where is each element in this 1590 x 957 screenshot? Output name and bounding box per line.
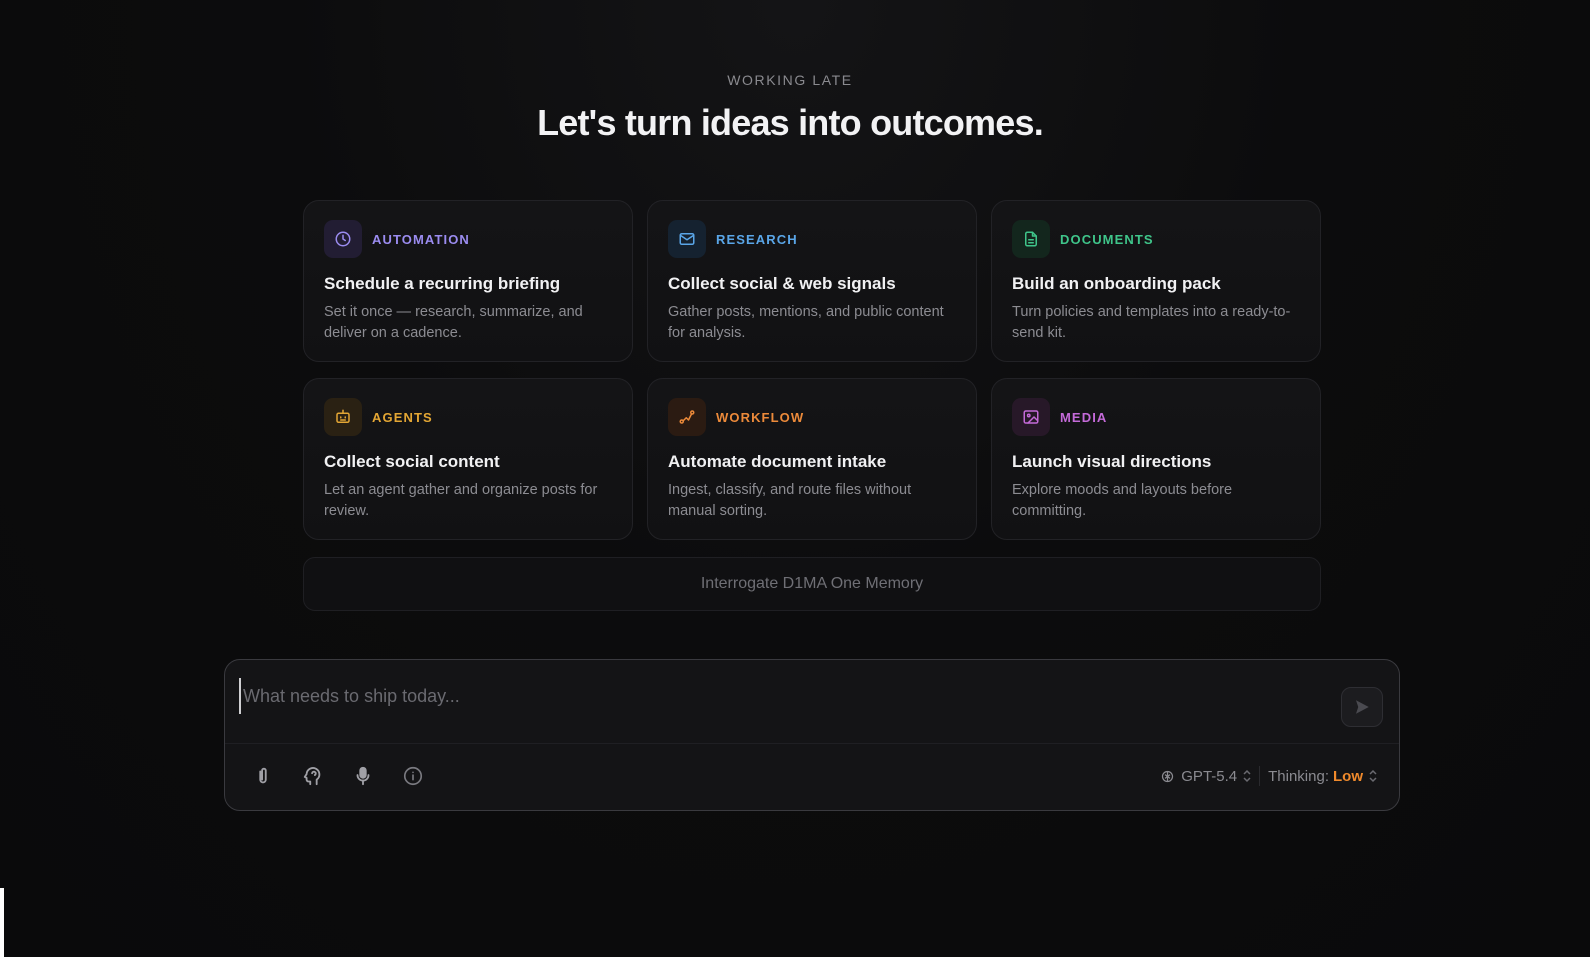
card-description: Turn policies and templates into a ready… — [1012, 304, 1291, 341]
info-icon — [403, 766, 423, 786]
card-title: Collect social & web signals — [668, 274, 896, 293]
mail-icon — [679, 233, 695, 245]
suggestion-card-documents[interactable]: DOCUMENTS Build an onboarding pack Turn … — [991, 200, 1321, 362]
microphone-button[interactable] — [347, 760, 379, 792]
card-description: Gather posts, mentions, and public conte… — [668, 304, 944, 341]
suggestion-card-agents[interactable]: AGENTS Collect social content Let an age… — [303, 378, 633, 540]
card-icon-tile — [1012, 220, 1050, 258]
image-icon — [1023, 410, 1039, 424]
card-category: AUTOMATION — [372, 231, 470, 247]
page-title: Let's turn ideas into outcomes. — [537, 102, 1044, 143]
info-button[interactable] — [397, 760, 429, 792]
card-description: Ingest, classify, and route files withou… — [668, 482, 912, 519]
send-button[interactable] — [1341, 687, 1383, 727]
corner-strip — [0, 888, 4, 957]
send-icon — [1356, 700, 1369, 714]
clock-icon — [335, 231, 351, 247]
card-title: Build an onboarding pack — [1012, 274, 1221, 293]
memory-button[interactable]: Interrogate D1MA One Memory — [303, 557, 1321, 611]
microphone-icon — [356, 766, 370, 786]
chevron-updown-icon — [1369, 769, 1377, 783]
route-icon — [679, 410, 695, 424]
thinking-selector[interactable]: Thinking: Low — [1268, 768, 1377, 785]
model-bar: GPT-5.4 Thinking: Low — [1160, 761, 1377, 791]
card-category: RESEARCH — [716, 231, 798, 247]
card-icon-tile — [668, 398, 706, 436]
thinking-label: Thinking: — [1268, 767, 1329, 785]
card-description: Explore moods and layouts before committ… — [1012, 482, 1233, 519]
attach-button[interactable] — [247, 760, 279, 792]
card-icon-tile — [668, 220, 706, 258]
separator — [1259, 766, 1261, 786]
card-category: MEDIA — [1060, 409, 1108, 425]
suggestion-card-workflow[interactable]: WORKFLOW Automate document intake Ingest… — [647, 378, 977, 540]
page: WORKING LATE Let's turn ideas into outco… — [0, 0, 1590, 957]
composer: GPT-5.4 Thinking: Low — [224, 659, 1400, 811]
eyebrow-label: WORKING LATE — [727, 72, 853, 88]
suggestion-card-media[interactable]: MEDIA Launch visual directions Explore m… — [991, 378, 1321, 540]
suggestion-card-automation[interactable]: AUTOMATION Schedule a recurring briefing… — [303, 200, 633, 362]
card-title: Automate document intake — [668, 452, 887, 471]
card-category: DOCUMENTS — [1060, 231, 1154, 247]
composer-divider — [225, 743, 1399, 744]
brain-icon — [303, 767, 321, 786]
suggestion-card-research[interactable]: RESEARCH Collect social & web signals Ga… — [647, 200, 977, 362]
card-description: Let an agent gather and organize posts f… — [324, 482, 598, 519]
paperclip-icon — [259, 767, 267, 784]
robot-icon — [336, 409, 350, 423]
chevron-updown-icon — [1243, 769, 1251, 783]
openai-logo-icon — [1162, 770, 1174, 782]
brain-button[interactable] — [297, 760, 329, 792]
document-icon — [1025, 231, 1037, 247]
card-icon-tile — [324, 220, 362, 258]
card-title: Collect social content — [324, 452, 500, 471]
composer-toolbar — [247, 760, 429, 792]
card-category: AGENTS — [372, 409, 433, 425]
card-category: WORKFLOW — [716, 409, 805, 425]
card-title: Schedule a recurring briefing — [324, 274, 561, 293]
model-name: GPT-5.4 — [1181, 767, 1238, 785]
card-icon-tile — [1012, 398, 1050, 436]
thinking-value: Low — [1333, 767, 1363, 785]
card-description: Set it once — research, summarize, and d… — [324, 304, 583, 341]
prompt-input[interactable] — [239, 678, 1299, 714]
suggestion-grid: AUTOMATION Schedule a recurring briefing… — [303, 200, 1321, 540]
model-selector[interactable]: GPT-5.4 — [1160, 768, 1251, 785]
card-icon-tile — [324, 398, 362, 436]
card-title: Launch visual directions — [1012, 452, 1212, 471]
